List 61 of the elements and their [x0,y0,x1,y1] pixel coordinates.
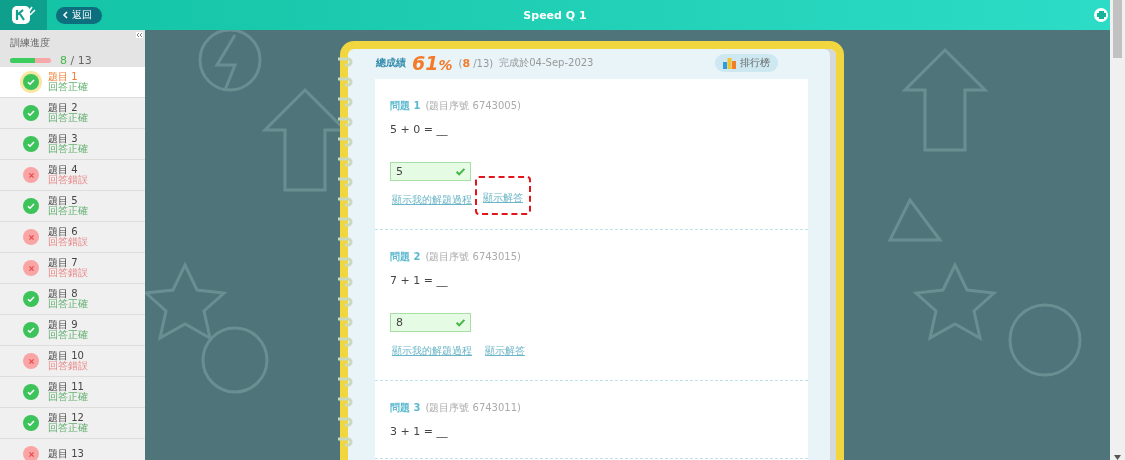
question-heading: 問題 1 [390,99,421,113]
answer-status: 回答正確 [48,423,88,433]
scrollbar-thumb[interactable] [1113,0,1122,58]
cross-icon [27,357,35,365]
answer-status: 回答錯誤 [48,175,88,185]
collapse-button[interactable] [136,32,143,38]
question-serial: (題目序號 6743005) [425,99,521,113]
answer-field[interactable]: 8 [390,313,471,332]
down-arrow-icon[interactable] [1114,455,1121,460]
check-icon [454,165,467,178]
question-title: 題目 8 [48,289,78,299]
answer-field[interactable]: 5 [390,162,471,181]
leaderboard-button[interactable]: 排行榜 [715,54,778,72]
scrollbar[interactable] [1110,0,1125,460]
progress-count: 8 / 13 [60,54,92,67]
progress-label: 訓練進度 [10,36,51,50]
answer-status: 回答錯誤 [48,361,88,371]
answer-status: 回答正確 [48,392,88,402]
question-title: 題目 7 [48,258,78,268]
answer-status: 回答錯誤 [48,237,88,247]
logo-icon[interactable] [11,5,36,25]
question-title: 題目 11 [48,382,84,392]
question-serial: (題目序號 6743011) [425,401,521,415]
answer-status: 回答錯誤 [48,268,88,278]
question-title: 題目 4 [48,165,78,175]
question-equation: 7 + 1 = __ [390,274,448,287]
score-percent: 61% [412,52,453,74]
answer-status: 回答正確 [48,206,88,216]
answer-status: 回答正確 [48,82,88,92]
question-heading: 問題 3 [390,401,421,415]
score-fraction: (8 /13) [458,56,494,70]
answer-status: 回答正確 [48,113,88,123]
question-title: 題目 3 [48,134,78,144]
answer-status: 回答正確 [48,144,88,154]
question-heading: 問題 2 [390,250,421,264]
question-title: 題目 6 [48,227,78,237]
bar-chart-icon [723,57,736,69]
chevron-left-icon [62,11,68,19]
window-title: Speed Q 1 [523,8,587,22]
question-title: 題目 10 [48,351,84,361]
question-title: 題目 1 [48,72,78,82]
question-serial: (題目序號 6743015) [425,250,521,264]
cross-icon [27,450,35,458]
total-score-label: 總成績 [376,56,406,70]
cross-icon [27,264,35,272]
question-equation: 3 + 1 = __ [390,425,448,438]
completed-date: 完成於04-Sep-2023 [499,56,594,70]
answer-status: 回答正確 [48,299,88,309]
back-button[interactable]: 返回 [56,6,102,24]
question-title: 題目 5 [48,196,78,206]
answer-status: 回答正確 [48,330,88,340]
cross-icon [27,171,35,179]
cross-icon [27,233,35,241]
question-title: 題目 9 [48,320,78,330]
print-button[interactable] [1094,8,1108,22]
double-chevron-icon [137,33,142,37]
question-title: 題目 2 [48,103,78,113]
question-title: 題目 12 [48,413,84,423]
question-equation: 5 + 0 = __ [390,123,448,136]
question-title: 題目 13 [48,449,84,459]
check-icon [454,316,467,329]
